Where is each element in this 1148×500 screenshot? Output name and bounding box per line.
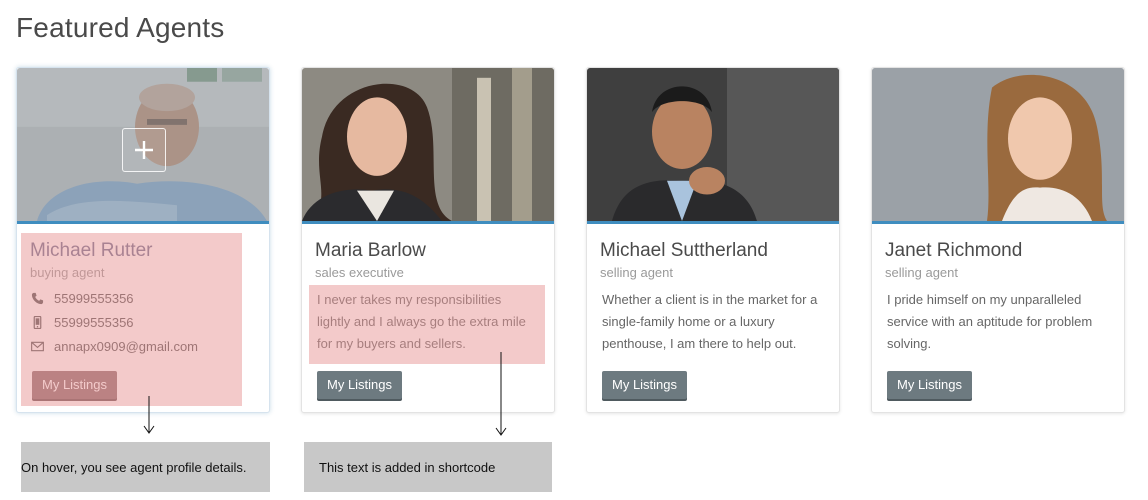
bio-line: penthouse, I am there to help out. [602,336,797,351]
my-listings-button[interactable]: My Listings [887,371,973,399]
my-listings-button[interactable]: My Listings [602,371,688,399]
agent-photo[interactable] [302,68,554,224]
agent-role: sales executive [315,265,404,280]
shortcode-note-text: This text is added in shortcode [319,459,496,475]
agent-photo[interactable] [587,68,839,224]
shortcode-note: This text is added in shortcode [304,442,552,492]
agent-photo[interactable] [872,68,1124,224]
section-title: Featured Agents [16,12,225,43]
agent-card-janet-richmond[interactable]: Janet Richmond selling agent I pride him… [871,67,1125,413]
bio-line: single-family home or a luxury [602,314,775,329]
arrow-down-icon [495,352,507,436]
plus-icon[interactable] [122,128,166,172]
agent-photo[interactable] [17,68,269,224]
agent-name[interactable]: Janet Richmond [885,240,1022,262]
agent-role: selling agent [885,265,958,280]
agent-name[interactable]: Maria Barlow [315,240,426,262]
agent-name[interactable]: Michael Suttherland [600,240,768,262]
hover-note-text: On hover, you see agent profile details. [21,459,247,475]
bio-line: I pride himself on my unparalleled [887,292,1082,307]
bio-highlight [309,285,545,364]
agent-bio: I pride himself on my unparalleled servi… [887,289,1119,355]
hover-note: On hover, you see agent profile details. [21,442,270,492]
bio-line: solving. [887,336,932,351]
hover-details-highlight [21,233,242,406]
agent-role: selling agent [600,265,673,280]
agent-bio: Whether a client is in the market for a … [602,289,834,355]
bio-line: Whether a client is in the market for a [602,292,818,307]
bio-line: service with an aptitude for problem [887,314,1093,329]
agent-card-michael-suttherland[interactable]: Michael Suttherland selling agent Whethe… [586,67,840,413]
arrow-down-icon [143,396,155,434]
my-listings-button[interactable]: My Listings [317,371,403,399]
